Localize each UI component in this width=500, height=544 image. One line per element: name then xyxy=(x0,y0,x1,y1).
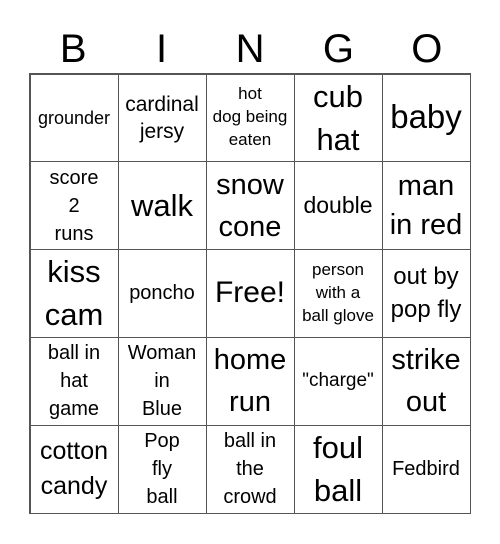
bingo-cell[interactable]: strike out xyxy=(381,336,471,426)
bingo-cell[interactable]: ball in the crowd xyxy=(205,424,295,514)
bingo-cell[interactable]: out by pop fly xyxy=(381,249,471,338)
header-letter-g: G xyxy=(322,27,354,71)
bingo-cell[interactable]: Fedbird xyxy=(381,424,471,514)
bingo-cell[interactable]: home run xyxy=(205,336,295,426)
bingo-cell[interactable]: snow cone xyxy=(205,161,295,251)
bingo-cell[interactable]: person with a ball glove xyxy=(293,249,383,338)
bingo-cell[interactable]: poncho xyxy=(117,249,207,338)
bingo-cell[interactable]: walk xyxy=(117,161,207,251)
header-letter-b: B xyxy=(59,27,87,71)
bingo-cell[interactable]: "charge" xyxy=(293,336,383,426)
bingo-cell[interactable]: kiss cam xyxy=(29,249,119,338)
bingo-cell[interactable]: ball in hat game xyxy=(29,336,119,426)
bingo-cell[interactable]: double xyxy=(293,161,383,251)
bingo-cell[interactable]: foul ball xyxy=(293,424,383,514)
bingo-cell[interactable]: score 2 runs xyxy=(29,161,119,251)
bingo-cell[interactable]: Woman in Blue xyxy=(117,336,207,426)
bingo-cell[interactable]: man in red xyxy=(381,161,471,251)
bingo-cell[interactable]: cardinal jersy xyxy=(117,73,207,163)
bingo-grid: grounder cardinal jersy hot dog being ea… xyxy=(29,73,471,514)
header-letter-i: I xyxy=(156,27,168,71)
bingo-cell[interactable]: Pop fly ball xyxy=(117,424,207,514)
bingo-cell[interactable]: cotton candy xyxy=(29,424,119,514)
bingo-cell[interactable]: Free! xyxy=(205,249,295,338)
bingo-cell[interactable]: grounder xyxy=(29,73,119,163)
header-letter-n: N xyxy=(235,27,265,71)
header-letter-o: O xyxy=(411,27,443,71)
bingo-header: B I N G O xyxy=(29,26,471,72)
bingo-cell[interactable]: baby xyxy=(381,73,471,163)
bingo-cell[interactable]: cub hat xyxy=(293,73,383,163)
bingo-cell[interactable]: hot dog being eaten xyxy=(205,73,295,163)
